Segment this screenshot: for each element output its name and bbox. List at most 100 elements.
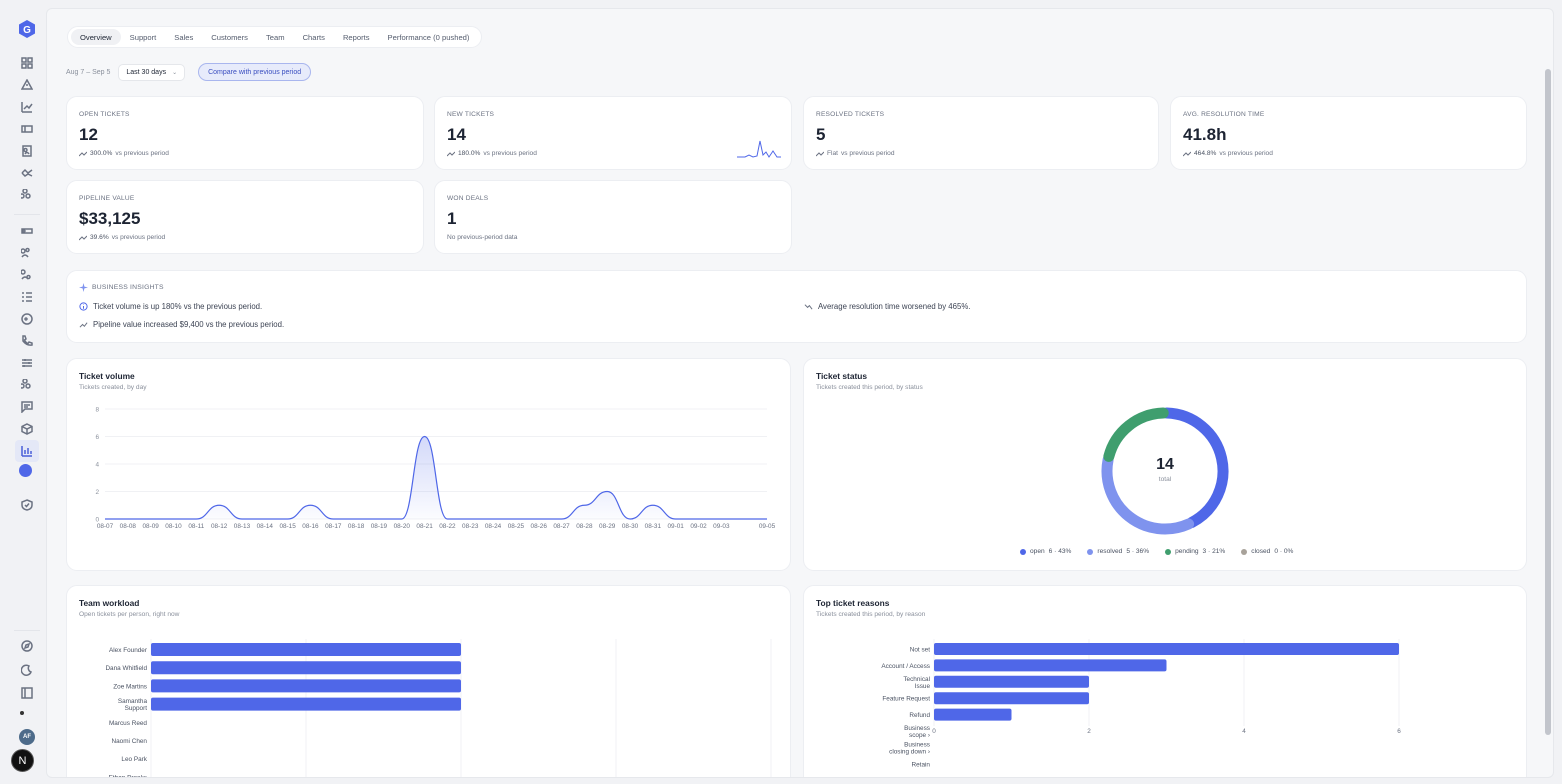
sliders-icon[interactable] bbox=[19, 355, 35, 371]
filter-row: Aug 7 – Sep 5 Last 30 days ⌄ Compare wit… bbox=[66, 63, 312, 81]
bar[interactable] bbox=[934, 659, 1167, 672]
bar[interactable] bbox=[151, 661, 461, 675]
tab-charts[interactable]: Charts bbox=[294, 29, 334, 45]
users-icon[interactable] bbox=[19, 245, 35, 261]
tab-team[interactable]: Team bbox=[257, 29, 294, 45]
kpi-label: PIPELINE VALUE bbox=[79, 195, 135, 202]
x-tick-label: 08-21 bbox=[416, 523, 433, 530]
bar[interactable] bbox=[934, 708, 1012, 721]
tab-performance[interactable]: Performance (0 pushed) bbox=[379, 29, 479, 45]
kpi-delta-value: 300.0% bbox=[90, 150, 113, 157]
handshake-icon[interactable] bbox=[19, 165, 35, 181]
kpi-new-tickets: NEW TICKETS 14 180.0% vs previous period bbox=[434, 96, 792, 170]
bar[interactable] bbox=[151, 697, 461, 711]
category-label: Leo Park bbox=[121, 756, 147, 763]
app-logo[interactable]: G bbox=[17, 19, 37, 39]
next-badge[interactable]: N bbox=[11, 749, 34, 772]
x-tick-label: 08-10 bbox=[165, 523, 182, 530]
bar-chart-icon[interactable] bbox=[15, 440, 39, 462]
moon-icon[interactable] bbox=[19, 662, 35, 678]
kpi-label: OPEN TICKETS bbox=[79, 111, 130, 118]
avatar[interactable]: AF bbox=[19, 729, 35, 745]
kpi-delta-value: Flat bbox=[827, 150, 838, 157]
x-tick-label: 08-15 bbox=[279, 523, 296, 530]
shield-icon[interactable] bbox=[19, 497, 35, 513]
category-label: closing down › bbox=[889, 748, 930, 755]
tab-sales[interactable]: Sales bbox=[165, 29, 202, 45]
x-tick-label: 2 bbox=[1087, 728, 1091, 735]
contact-icon[interactable] bbox=[19, 143, 35, 159]
bar[interactable] bbox=[151, 679, 461, 693]
circle-dot-icon[interactable] bbox=[19, 311, 35, 327]
category-label: Retain bbox=[912, 761, 931, 768]
kpi-delta: 464.8% vs previous period bbox=[1183, 150, 1273, 157]
category-label: Marcus Reed bbox=[109, 720, 147, 727]
legend-item-pending[interactable]: pending 3 · 21% bbox=[1165, 548, 1225, 555]
x-tick-label: 08-18 bbox=[348, 523, 365, 530]
kpi-label: AVG. RESOLUTION TIME bbox=[1183, 111, 1265, 118]
tab-customers[interactable]: Customers bbox=[202, 29, 257, 45]
user-settings-icon[interactable] bbox=[19, 267, 35, 283]
box-icon[interactable] bbox=[19, 421, 35, 437]
message-icon[interactable] bbox=[19, 399, 35, 415]
x-tick-label: 08-23 bbox=[462, 523, 479, 530]
donut-slice-pending[interactable] bbox=[1103, 407, 1169, 462]
status-dot[interactable] bbox=[19, 464, 32, 477]
workflow-icon[interactable] bbox=[19, 187, 35, 203]
toggle-icon[interactable] bbox=[19, 223, 35, 239]
period-select[interactable]: Last 30 days ⌄ bbox=[118, 63, 186, 81]
tab-support[interactable]: Support bbox=[121, 29, 166, 45]
ticket-icon[interactable] bbox=[19, 121, 35, 137]
x-tick-label: 08-30 bbox=[622, 523, 639, 530]
x-tick-label: 09-02 bbox=[690, 523, 707, 530]
kpi-label: NEW TICKETS bbox=[447, 111, 495, 118]
panel-icon[interactable] bbox=[19, 685, 35, 701]
list-icon[interactable] bbox=[19, 289, 35, 305]
kpi-value: 5 bbox=[816, 125, 826, 144]
compass-icon[interactable] bbox=[19, 638, 35, 654]
bar[interactable] bbox=[151, 643, 461, 656]
rail-divider bbox=[14, 214, 40, 215]
bar[interactable] bbox=[934, 675, 1089, 688]
category-label: Business bbox=[904, 725, 930, 732]
svg-text:G: G bbox=[23, 25, 31, 36]
bar[interactable] bbox=[934, 643, 1399, 655]
donut-center: 14 total bbox=[1130, 456, 1200, 483]
alert-icon[interactable] bbox=[19, 77, 35, 93]
category-label: Alex Founder bbox=[109, 647, 148, 654]
trend-up-icon bbox=[79, 322, 88, 328]
kpi-value: 12 bbox=[79, 125, 98, 144]
insight-item: Ticket volume is up 180% vs the previous… bbox=[79, 302, 262, 311]
legend-item-resolved[interactable]: resolved 5 · 36% bbox=[1087, 548, 1149, 555]
chart-line-icon[interactable] bbox=[19, 99, 35, 115]
category-label: Support bbox=[125, 705, 148, 712]
kpi-delta: 39.6% vs previous period bbox=[79, 234, 165, 241]
indicator-dot bbox=[20, 711, 24, 715]
kpi-delta-value: 464.8% bbox=[1194, 150, 1217, 157]
insight-item: Pipeline value increased $9,400 vs the p… bbox=[79, 320, 284, 329]
network-icon[interactable] bbox=[19, 377, 35, 393]
category-label: Feature Request bbox=[882, 696, 930, 703]
top-reasons-card: Top ticket reasons Tickets created this … bbox=[803, 585, 1527, 777]
legend-item-closed[interactable]: closed 0 · 0% bbox=[1241, 548, 1293, 555]
kpi-avg-resolution: AVG. RESOLUTION TIME 41.8h 464.8% vs pre… bbox=[1170, 96, 1527, 170]
scrollbar[interactable] bbox=[1545, 69, 1551, 735]
dashboard-icon[interactable] bbox=[19, 55, 35, 71]
y-tick-label: 2 bbox=[95, 489, 99, 496]
phone-icon[interactable] bbox=[19, 333, 35, 349]
legend-item-open[interactable]: open 6 · 43% bbox=[1020, 548, 1071, 555]
x-tick-label: 08-16 bbox=[302, 523, 319, 530]
kpi-delta-suffix: vs previous period bbox=[111, 234, 166, 241]
compare-button[interactable]: Compare with previous period bbox=[198, 63, 312, 81]
x-tick-label: 09-01 bbox=[668, 523, 685, 530]
tab-overview[interactable]: Overview bbox=[71, 29, 121, 45]
x-tick-label: 08-13 bbox=[234, 523, 251, 530]
category-label: Naomi Chen bbox=[111, 738, 147, 745]
kpi-delta-suffix: vs previous period bbox=[483, 150, 537, 157]
team-workload-card: Team workload Open tickets per person, r… bbox=[66, 585, 791, 777]
top-reasons-chart: Not set Account / Access TechnicalIssue Fea… bbox=[881, 639, 1401, 768]
x-tick-label: 08-28 bbox=[576, 523, 593, 530]
bar[interactable] bbox=[934, 692, 1089, 705]
tab-reports[interactable]: Reports bbox=[334, 29, 379, 45]
insight-text: Ticket volume is up 180% vs the previous… bbox=[93, 302, 263, 311]
